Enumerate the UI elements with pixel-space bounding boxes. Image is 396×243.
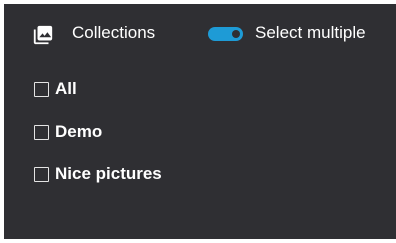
select-multiple-label[interactable]: Select multiple	[255, 22, 366, 44]
collection-checkbox-demo[interactable]	[34, 124, 49, 140]
collection-item-nice-pictures[interactable]: Nice pictures	[34, 163, 162, 185]
select-multiple-toggle[interactable]	[208, 27, 243, 41]
collection-checkbox-all[interactable]	[34, 81, 49, 97]
collection-label-all: All	[55, 79, 77, 98]
collections-title: Collections	[72, 23, 156, 42]
collections-icon	[33, 25, 53, 45]
toggle-knob	[232, 30, 240, 38]
collection-item-demo[interactable]: Demo	[34, 121, 102, 143]
collection-label-demo: Demo	[55, 122, 103, 141]
collection-item-all[interactable]: All	[34, 78, 77, 100]
collection-checkbox-nice-pictures[interactable]	[34, 166, 49, 182]
collection-label-nice-pictures: Nice pictures	[55, 164, 162, 183]
collections-header: Collections Select multiple	[4, 4, 396, 52]
collections-panel: Collections Select multiple All Demo Nic…	[4, 4, 396, 239]
